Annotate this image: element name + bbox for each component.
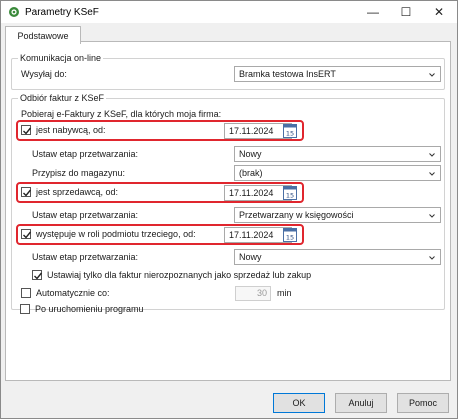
buyer-stage-value: Nowy <box>239 149 262 159</box>
on-start-checkbox[interactable] <box>20 304 30 314</box>
svg-text:15: 15 <box>286 234 294 242</box>
third-party-calendar-icon[interactable]: 15 <box>283 228 297 242</box>
auto-label: Automatycznie co: <box>36 288 110 298</box>
ok-button[interactable]: OK <box>273 393 325 413</box>
buyer-date-field[interactable]: 17.11.2024 <box>224 123 292 139</box>
cancel-button[interactable]: Anuluj <box>335 393 387 413</box>
window-title: Parametry KSeF <box>25 7 99 18</box>
tab-panel: Komunikacja on-line Wysyłaj do: Bramka t… <box>5 41 451 381</box>
send-to-value: Bramka testowa InsERT <box>239 69 336 79</box>
auto-minutes-input[interactable]: 30 <box>235 286 271 301</box>
seller-stage-value: Przetwarzany w księgowości <box>239 210 354 220</box>
chevron-down-icon <box>429 73 435 77</box>
buyer-calendar-icon[interactable]: 15 <box>283 124 297 138</box>
third-party-stage-select[interactable]: Nowy <box>234 249 441 265</box>
online-group-legend: Komunikacja on-line <box>18 53 104 63</box>
help-button[interactable]: Pomoc <box>397 393 449 413</box>
third-party-label: występuje w roli podmiotu trzeciego, od: <box>36 229 196 239</box>
seller-stage-select[interactable]: Przetwarzany w księgowości <box>234 207 441 223</box>
online-group: Komunikacja on-line Wysyłaj do: Bramka t… <box>11 53 445 90</box>
minimize-button[interactable]: — <box>357 1 389 23</box>
third-party-checkbox[interactable] <box>21 229 32 239</box>
buyer-label: jest nabywcą, od: <box>36 125 106 135</box>
warehouse-value: (brak) <box>239 168 263 178</box>
svg-text:15: 15 <box>286 130 294 138</box>
send-to-select[interactable]: Bramka testowa InsERT <box>234 66 441 82</box>
third-party-stage-label: Ustaw etap przetwarzania: <box>32 252 139 262</box>
warehouse-select[interactable]: (brak) <box>234 165 441 181</box>
button-bar: OK Anuluj Pomoc <box>1 383 457 418</box>
tab-podstawowe[interactable]: Podstawowe <box>5 26 81 44</box>
warehouse-label: Przypisz do magazynu: <box>32 168 126 178</box>
buyer-stage-label: Ustaw etap przetwarzania: <box>32 149 139 159</box>
dialog-window: Parametry KSeF — ☐ ✕ Podstawowe Komunika… <box>0 0 458 419</box>
buyer-date-value: 17.11.2024 <box>229 126 274 136</box>
svg-text:15: 15 <box>286 192 294 200</box>
buyer-checkbox[interactable] <box>21 125 32 135</box>
send-to-label: Wysyłaj do: <box>21 69 67 79</box>
chevron-down-icon <box>429 153 435 157</box>
buyer-stage-select[interactable]: Nowy <box>234 146 441 162</box>
checkmark-icon <box>23 127 32 135</box>
tab-strip: Podstawowe <box>1 23 457 44</box>
chevron-down-icon <box>429 214 435 218</box>
third-party-stage-value: Nowy <box>239 252 262 262</box>
seller-stage-label: Ustaw etap przetwarzania: <box>32 210 139 220</box>
third-party-date-field[interactable]: 17.11.2024 <box>224 227 292 243</box>
checkmark-icon <box>23 189 32 197</box>
title-bar: Parametry KSeF — ☐ ✕ <box>1 1 457 23</box>
close-button[interactable]: ✕ <box>423 1 455 23</box>
seller-label: jest sprzedawcą, od: <box>36 187 119 197</box>
receive-group-legend: Odbiór faktur z KSeF <box>18 93 107 103</box>
receive-group: Odbiór faktur z KSeF Pobieraj e-Faktury … <box>11 93 445 310</box>
seller-checkbox[interactable] <box>21 187 32 197</box>
unrecognized-only-label: Ustawiaj tylko dla faktur nierozpoznanyc… <box>47 270 312 280</box>
receive-intro-text: Pobieraj e-Faktury z KSeF, dla których m… <box>21 109 222 119</box>
auto-checkbox[interactable] <box>21 288 31 298</box>
third-party-date-value: 17.11.2024 <box>229 230 274 240</box>
app-gear-icon <box>8 6 20 18</box>
checkmark-icon <box>34 272 43 280</box>
on-start-label: Po uruchomieniu programu <box>35 304 144 314</box>
chevron-down-icon <box>429 172 435 176</box>
auto-unit-label: min <box>277 288 292 298</box>
chevron-down-icon <box>429 256 435 260</box>
seller-date-field[interactable]: 17.11.2024 <box>224 185 292 201</box>
seller-date-value: 17.11.2024 <box>229 188 274 198</box>
seller-calendar-icon[interactable]: 15 <box>283 186 297 200</box>
unrecognized-only-checkbox[interactable] <box>32 270 43 280</box>
checkmark-icon <box>23 231 32 239</box>
maximize-button[interactable]: ☐ <box>390 1 422 23</box>
